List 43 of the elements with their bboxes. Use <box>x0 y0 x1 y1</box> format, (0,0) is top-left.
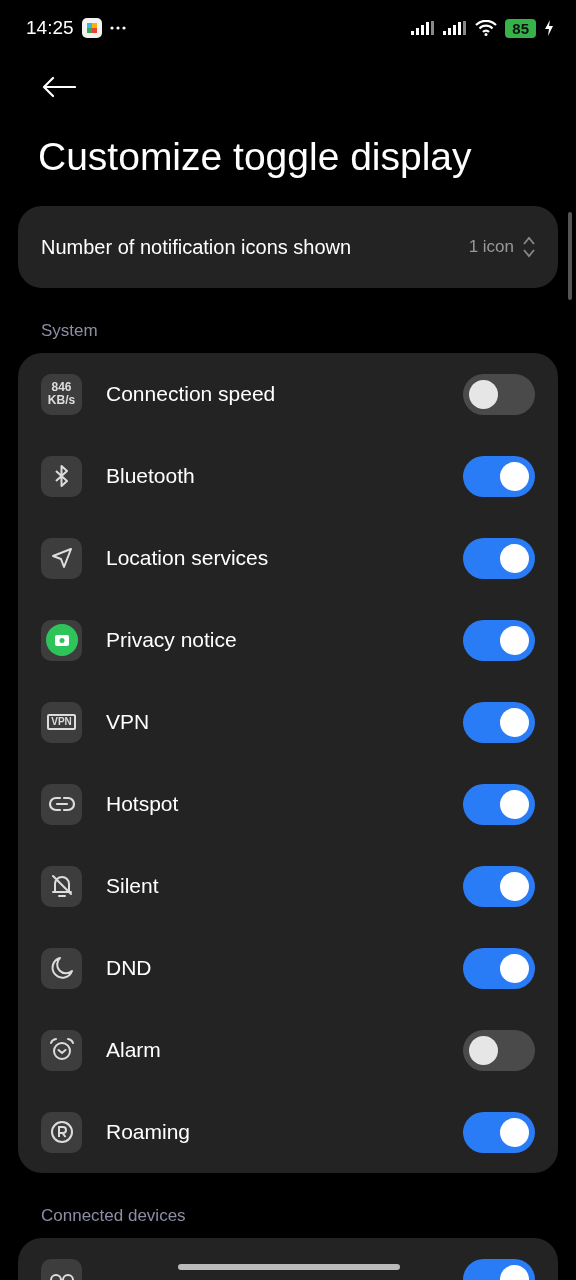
moon-icon <box>49 956 74 980</box>
signal-icon <box>411 21 436 35</box>
section-title: System <box>41 321 99 341</box>
notification-icons-setting[interactable]: Number of notification icons shown 1 icon <box>18 206 558 288</box>
toggle-switch[interactable] <box>463 947 535 989</box>
setting-label: Privacy notice <box>106 628 237 652</box>
toggle-switch[interactable] <box>463 865 535 907</box>
toggle-switch[interactable] <box>463 1029 535 1071</box>
toggle-switch[interactable] <box>463 619 535 661</box>
roaming-icon <box>49 1120 74 1144</box>
setting-label: Silent <box>106 874 159 898</box>
section-title: Connected devices <box>41 1206 187 1226</box>
status-time: 14:25 <box>26 17 74 39</box>
bluetooth-icon <box>54 464 69 488</box>
link-icon <box>47 794 76 814</box>
toggle-switch[interactable] <box>463 1111 535 1153</box>
setting-label: VPN <box>106 710 150 734</box>
setting-label: Roaming <box>106 1120 191 1144</box>
setting-label: Bluetooth <box>106 464 195 488</box>
vpn-icon: VPN <box>47 714 76 730</box>
toggle-switch[interactable] <box>463 701 535 743</box>
updown-icon <box>522 236 536 258</box>
setting-label: Hotspot <box>106 792 179 816</box>
app-icon <box>81 18 102 38</box>
setting-label: DND <box>106 956 152 980</box>
signal-icon <box>443 21 468 35</box>
toggle-switch[interactable] <box>463 373 535 415</box>
wifi-icon <box>475 20 498 36</box>
page-title: Customize toggle display <box>38 134 473 180</box>
alarm-clock-icon <box>48 1037 75 1063</box>
bell-off-icon <box>49 873 74 899</box>
navigation-arrow-icon <box>50 547 73 569</box>
camera-icon <box>45 624 78 656</box>
back-arrow-icon[interactable] <box>42 76 76 98</box>
toggle-switch[interactable] <box>463 455 535 497</box>
battery-level: 85 <box>505 18 536 38</box>
more-icon <box>109 26 126 30</box>
speed-icon: 846 KB/s <box>47 381 76 407</box>
setting-label: Location services <box>106 546 269 570</box>
toggle-switch[interactable] <box>463 783 535 825</box>
toggle-switch[interactable] <box>463 537 535 579</box>
setting-label: Connection speed <box>106 382 276 406</box>
setting-label: Alarm <box>106 1038 161 1062</box>
